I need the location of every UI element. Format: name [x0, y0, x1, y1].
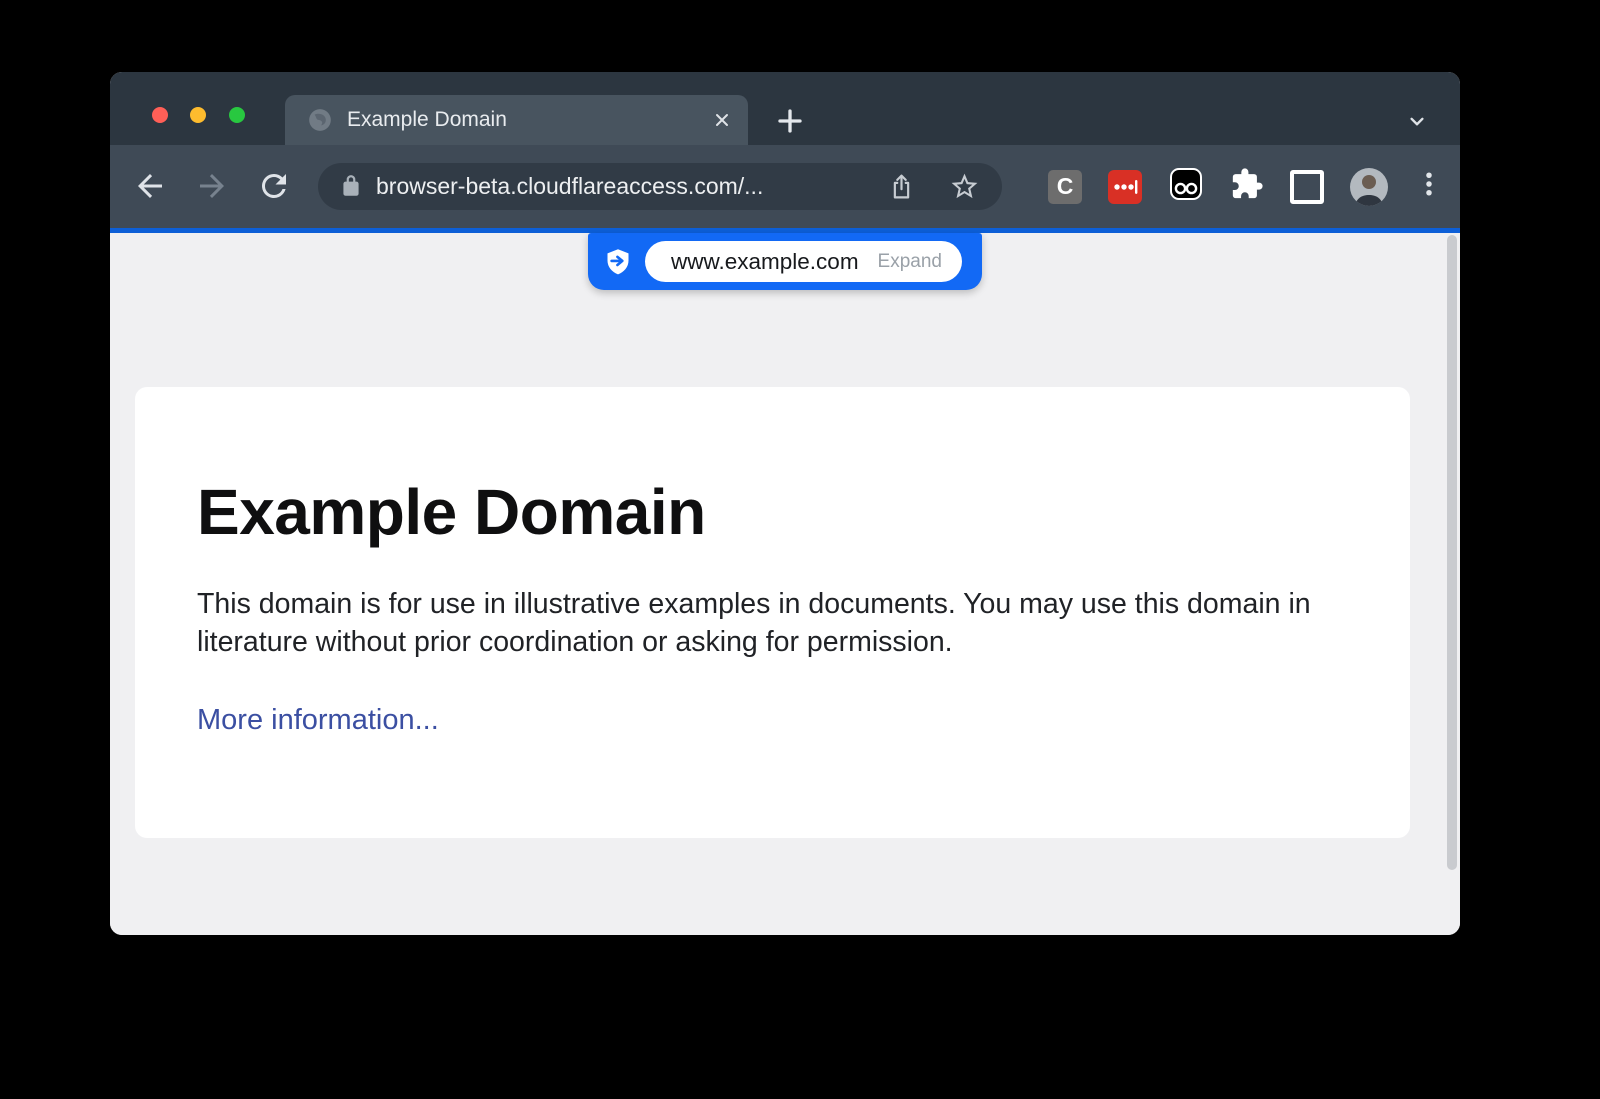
back-button[interactable] [132, 168, 168, 204]
shield-arrow-icon [604, 247, 632, 276]
tab-example-domain[interactable]: Example Domain [285, 95, 748, 145]
address-bar[interactable]: browser-beta.cloudflareaccess.com/... [318, 163, 1002, 210]
tab-strip: Example Domain [110, 72, 1460, 145]
password-manager-extension-icon[interactable] [1108, 170, 1142, 204]
profile-avatar[interactable] [1350, 168, 1388, 206]
zoom-window-button[interactable] [229, 107, 245, 123]
more-information-link[interactable]: More information... [197, 704, 439, 737]
isolated-hostname-pill[interactable]: www.example.com Expand [645, 241, 962, 282]
tab-search-chevron-icon[interactable] [1400, 108, 1434, 134]
browser-window: Example Domain [110, 72, 1460, 935]
close-window-button[interactable] [152, 107, 168, 123]
tab-close-icon[interactable] [712, 110, 732, 130]
example-domain-card: Example Domain This domain is for use in… [135, 387, 1410, 838]
new-tab-button[interactable] [770, 101, 810, 141]
minimize-window-button[interactable] [190, 107, 206, 123]
menu-three-dots-icon[interactable] [1414, 169, 1444, 204]
page-paragraph: This domain is for use in illustrative e… [197, 585, 1352, 662]
page-title: Example Domain [197, 475, 1410, 549]
isolation-url-widget[interactable]: www.example.com Expand [588, 233, 982, 290]
lock-icon[interactable] [338, 173, 364, 199]
reload-button[interactable] [256, 168, 292, 204]
side-panel-icon[interactable] [1290, 170, 1324, 204]
isolated-hostname: www.example.com [671, 249, 859, 275]
page-viewport: www.example.com Expand Example Domain Th… [110, 233, 1460, 935]
extension-c-icon[interactable]: C [1048, 170, 1082, 204]
forward-button[interactable] [194, 168, 230, 204]
globe-favicon-icon [307, 107, 333, 133]
url-text[interactable]: browser-beta.cloudflareaccess.com/... [376, 163, 763, 210]
share-icon[interactable] [887, 172, 916, 201]
tab-title: Example Domain [347, 95, 507, 145]
camera-extension-icon[interactable] [1168, 166, 1204, 207]
extensions-row: C [1048, 145, 1444, 228]
browser-toolbar: browser-beta.cloudflareaccess.com/... C [110, 145, 1460, 228]
bookmark-star-icon[interactable] [949, 171, 980, 202]
scrollbar-thumb[interactable] [1447, 235, 1457, 870]
extensions-puzzle-icon[interactable] [1230, 167, 1264, 206]
expand-button[interactable]: Expand [878, 251, 942, 273]
